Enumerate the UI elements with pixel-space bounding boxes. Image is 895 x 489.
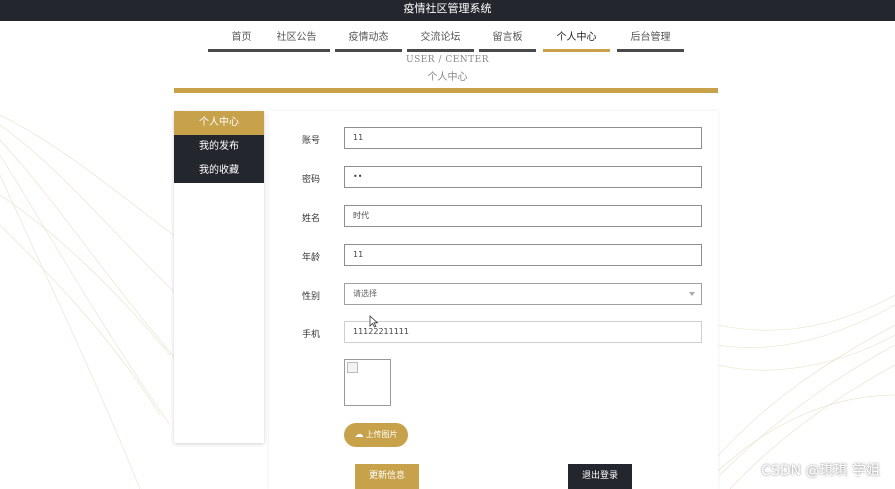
watermark: CSDN @琪琪 学姐 [761,463,880,479]
update-info-button[interactable]: 更新信息 [355,464,419,489]
mouse-cursor-icon [369,315,379,328]
password-field[interactable]: •• [344,166,702,188]
gender-select[interactable]: 请选择 [344,283,702,305]
chevron-down-icon [689,292,695,296]
nav-item-announcements[interactable]: 社区公告 [263,29,330,53]
broken-image-icon [347,362,358,373]
phone-label: 手机 [302,330,321,340]
cloud-upload-icon: ☁ [354,430,364,440]
name-field[interactable]: 时代 [344,205,702,227]
gender-label: 性别 [302,292,321,302]
nav-item-personal-center[interactable]: 个人中心 [543,29,610,53]
name-label: 姓名 [302,214,321,224]
nav-item-forum[interactable]: 交流论坛 [407,29,474,53]
logout-button[interactable]: 退出登录 [568,464,632,489]
nav-item-admin[interactable]: 后台管理 [617,29,684,53]
nav-item-epidemic-news[interactable]: 疫情动态 [335,29,402,53]
password-label: 密码 [302,175,321,185]
sidebar-item-my-favorites[interactable]: 我的收藏 [174,159,264,183]
nav-item-message-board[interactable]: 留言板 [479,29,536,53]
age-label: 年龄 [302,253,321,263]
age-field[interactable]: 11 [344,244,702,266]
account-label: 账号 [302,136,321,146]
account-field[interactable]: 11 [344,127,702,149]
upload-image-button[interactable]: ☁ 上传图片 [344,423,408,447]
upload-image-label: 上传图片 [365,430,398,439]
sidebar-item-my-posts[interactable]: 我的发布 [174,135,264,159]
app-header: 疫情社区管理系统 [0,0,895,21]
page-subtitle-cn: 个人中心 [427,72,468,83]
sidebar: 个人中心 我的发布 我的收藏 [174,111,264,443]
app-title: 疫情社区管理系统 [403,2,492,15]
main-nav: 首页 社区公告 疫情动态 交流论坛 留言板 个人中心 后台管理 [208,29,688,53]
phone-field[interactable]: 11122211111 [344,321,702,343]
page-subtitle-en: USER / CENTER [405,55,490,65]
gender-select-placeholder: 请选择 [353,289,377,298]
sidebar-item-personal-center[interactable]: 个人中心 [174,111,264,135]
title-divider [174,88,718,93]
avatar-preview [344,359,391,406]
